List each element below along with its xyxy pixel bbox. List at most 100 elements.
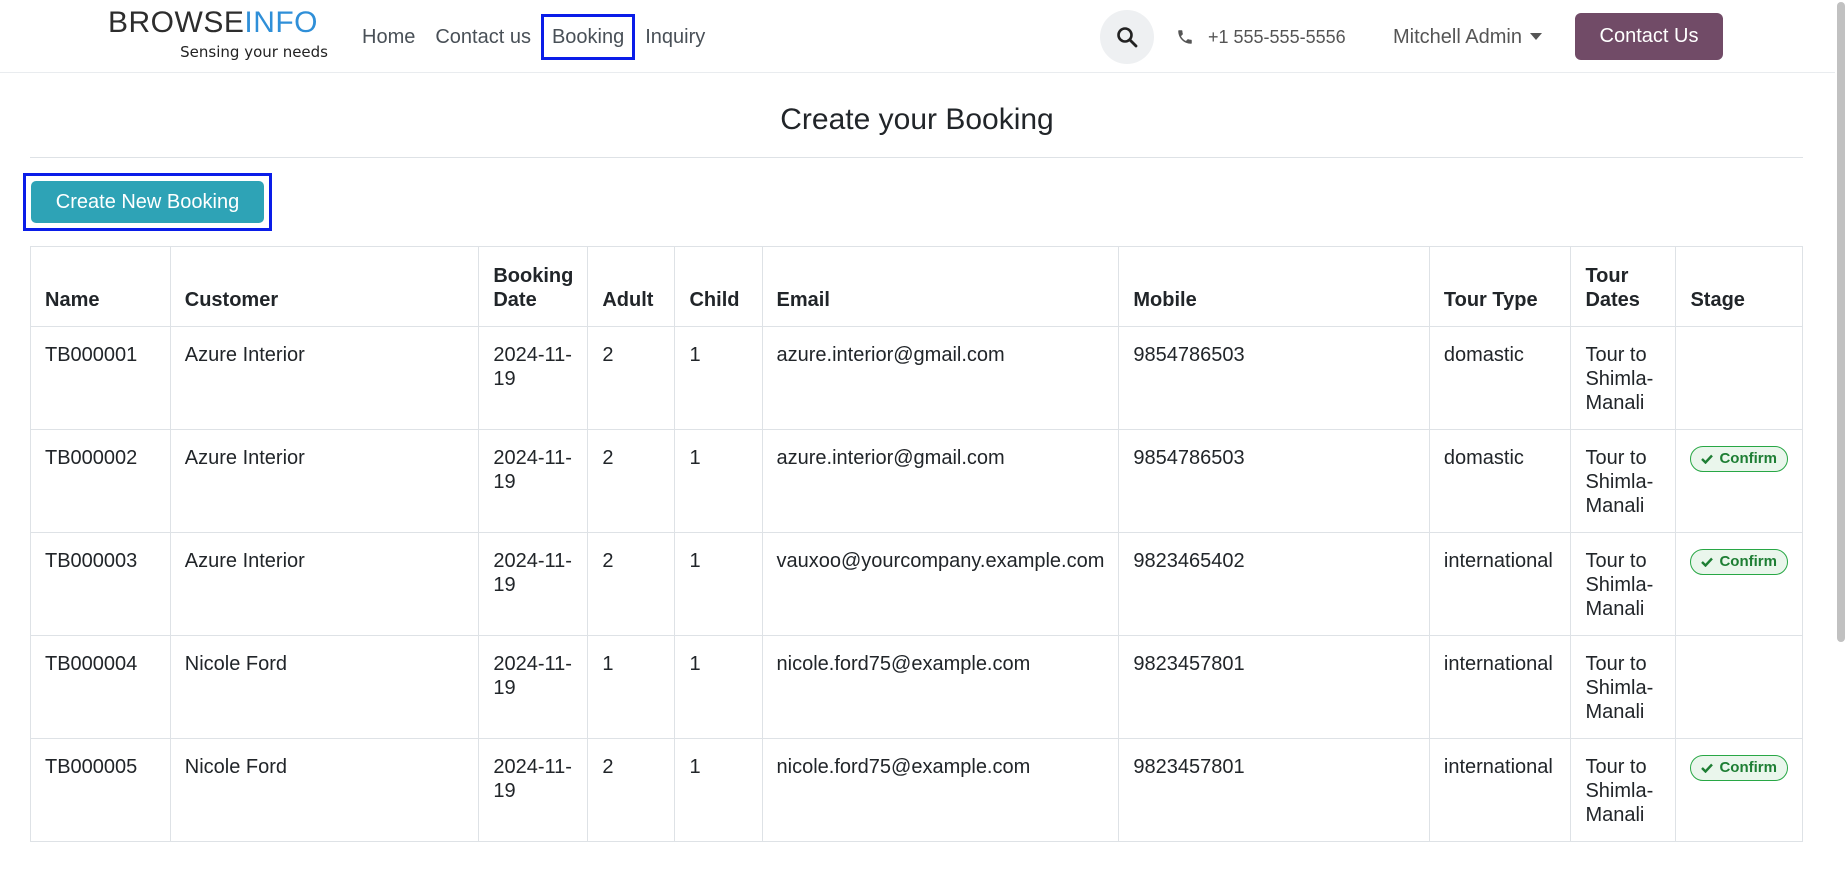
cell-child: 1	[674, 532, 763, 636]
header-name: Name	[30, 246, 171, 327]
nav-contact-us[interactable]: Contact us	[425, 18, 541, 56]
cell-tour-dates: Tour to Shimla-Manali	[1570, 635, 1677, 739]
create-booking-highlight: Create New Booking	[23, 173, 272, 231]
page-title: Create your Booking	[780, 103, 1054, 136]
scrollbar-thumb[interactable]	[1837, 2, 1845, 642]
cell-tour-dates: Tour to Shimla-Manali	[1570, 326, 1677, 430]
cell-email: nicole.ford75@example.com	[761, 738, 1120, 842]
cell-child: 1	[674, 635, 763, 739]
cell-name: TB000005	[30, 738, 171, 842]
stage-label: Confirm	[1719, 759, 1777, 776]
logo-tagline: Sensing your needs	[180, 43, 328, 61]
cell-stage: Confirm	[1675, 738, 1803, 842]
table-row[interactable]: TB000002 Azure Interior 2024-11-19 2 1 a…	[30, 429, 1803, 533]
table-row[interactable]: TB000003 Azure Interior 2024-11-19 2 1 v…	[30, 532, 1803, 636]
stage-label: Confirm	[1719, 553, 1777, 570]
cell-email: vauxoo@yourcompany.example.com	[761, 532, 1120, 636]
cell-booking-date: 2024-11-19	[478, 738, 589, 842]
cell-adult: 2	[587, 738, 676, 842]
cell-tour-type: international	[1428, 635, 1572, 739]
cell-adult: 2	[587, 429, 676, 533]
cell-mobile: 9823465402	[1118, 532, 1430, 636]
browseinfo-logo[interactable]: BROWSEINFO Sensing your needs	[108, 8, 328, 64]
table-row[interactable]: TB000001 Azure Interior 2024-11-19 2 1 a…	[30, 326, 1803, 430]
cell-booking-date: 2024-11-19	[478, 326, 589, 430]
cell-name: TB000002	[30, 429, 171, 533]
caret-down-icon	[1529, 33, 1542, 40]
page-scrollbar[interactable]	[1835, 0, 1847, 874]
phone-number: +1 555-555-5556	[1208, 26, 1346, 47]
cell-child: 1	[674, 326, 763, 430]
table-header-row: Name Customer Booking Date Adult Child E…	[30, 246, 1803, 327]
cell-email: azure.interior@gmail.com	[761, 429, 1120, 533]
header-tour-dates: Tour Dates	[1570, 246, 1677, 327]
cell-tour-type: international	[1428, 738, 1572, 842]
stage-badge: Confirm	[1690, 446, 1788, 472]
cell-tour-type: domastic	[1428, 326, 1572, 430]
cell-email: azure.interior@gmail.com	[761, 326, 1120, 430]
cell-child: 1	[674, 429, 763, 533]
stage-label: Confirm	[1719, 450, 1777, 467]
cell-mobile: 9823457801	[1118, 635, 1430, 739]
check-icon	[1701, 763, 1714, 773]
user-menu-dropdown[interactable]: Mitchell Admin	[1393, 24, 1542, 50]
main-nav: Home Contact us Booking Inquiry	[352, 14, 715, 60]
header-adult: Adult	[587, 246, 676, 327]
header-customer: Customer	[169, 246, 480, 327]
cell-adult: 2	[587, 326, 676, 430]
header-tour-type: Tour Type	[1428, 246, 1572, 327]
create-new-booking-button[interactable]: Create New Booking	[31, 181, 264, 223]
cell-customer: Nicole Ford	[169, 635, 480, 739]
cell-customer: Nicole Ford	[169, 738, 480, 842]
stage-badge: Confirm	[1690, 755, 1788, 781]
search-icon	[1117, 27, 1138, 48]
cell-name: TB000004	[30, 635, 171, 739]
cell-tour-type: domastic	[1428, 429, 1572, 533]
logo-brand: BROWSEINFO	[108, 6, 319, 39]
header-stage: Stage	[1675, 246, 1803, 327]
user-name: Mitchell Admin	[1393, 25, 1522, 48]
cell-email: nicole.ford75@example.com	[761, 635, 1120, 739]
header-mobile: Mobile	[1118, 246, 1430, 327]
cell-child: 1	[674, 738, 763, 842]
table-row[interactable]: TB000004 Nicole Ford 2024-11-19 1 1 nico…	[30, 635, 1803, 739]
cell-customer: Azure Interior	[169, 532, 480, 636]
header-email: Email	[761, 246, 1120, 327]
nav-inquiry[interactable]: Inquiry	[635, 18, 715, 56]
nav-booking[interactable]: Booking	[540, 14, 636, 60]
cell-stage	[1675, 635, 1803, 739]
bookings-table: Name Customer Booking Date Adult Child E…	[30, 246, 1803, 842]
cell-mobile: 9823457801	[1118, 738, 1430, 842]
header-child: Child	[674, 246, 763, 327]
cell-tour-type: international	[1428, 532, 1572, 636]
cell-mobile: 9854786503	[1118, 429, 1430, 533]
cell-adult: 1	[587, 635, 676, 739]
cell-mobile: 9854786503	[1118, 326, 1430, 430]
cell-tour-dates: Tour to Shimla-Manali	[1570, 429, 1677, 533]
table-row[interactable]: TB000005 Nicole Ford 2024-11-19 2 1 nico…	[30, 738, 1803, 842]
cell-name: TB000001	[30, 326, 171, 430]
cell-stage: Confirm	[1675, 532, 1803, 636]
cell-adult: 2	[587, 532, 676, 636]
check-icon	[1701, 557, 1714, 567]
phone-contact[interactable]: +1 555-555-5556	[1176, 24, 1346, 50]
cell-customer: Azure Interior	[169, 429, 480, 533]
cell-name: TB000003	[30, 532, 171, 636]
contact-us-button[interactable]: Contact Us	[1575, 13, 1723, 60]
check-icon	[1701, 454, 1714, 464]
cell-booking-date: 2024-11-19	[478, 429, 589, 533]
header-booking-date: Booking Date	[478, 246, 589, 327]
cell-tour-dates: Tour to Shimla-Manali	[1570, 738, 1677, 842]
cell-booking-date: 2024-11-19	[478, 635, 589, 739]
phone-icon	[1178, 30, 1192, 44]
search-button[interactable]	[1100, 10, 1154, 64]
cell-tour-dates: Tour to Shimla-Manali	[1570, 532, 1677, 636]
cell-stage	[1675, 326, 1803, 430]
nav-home[interactable]: Home	[352, 18, 425, 56]
site-header: BROWSEINFO Sensing your needs Home Conta…	[0, 0, 1847, 73]
cell-booking-date: 2024-11-19	[478, 532, 589, 636]
stage-badge: Confirm	[1690, 549, 1788, 575]
cell-customer: Azure Interior	[169, 326, 480, 430]
cell-stage: Confirm	[1675, 429, 1803, 533]
title-divider	[30, 157, 1803, 158]
